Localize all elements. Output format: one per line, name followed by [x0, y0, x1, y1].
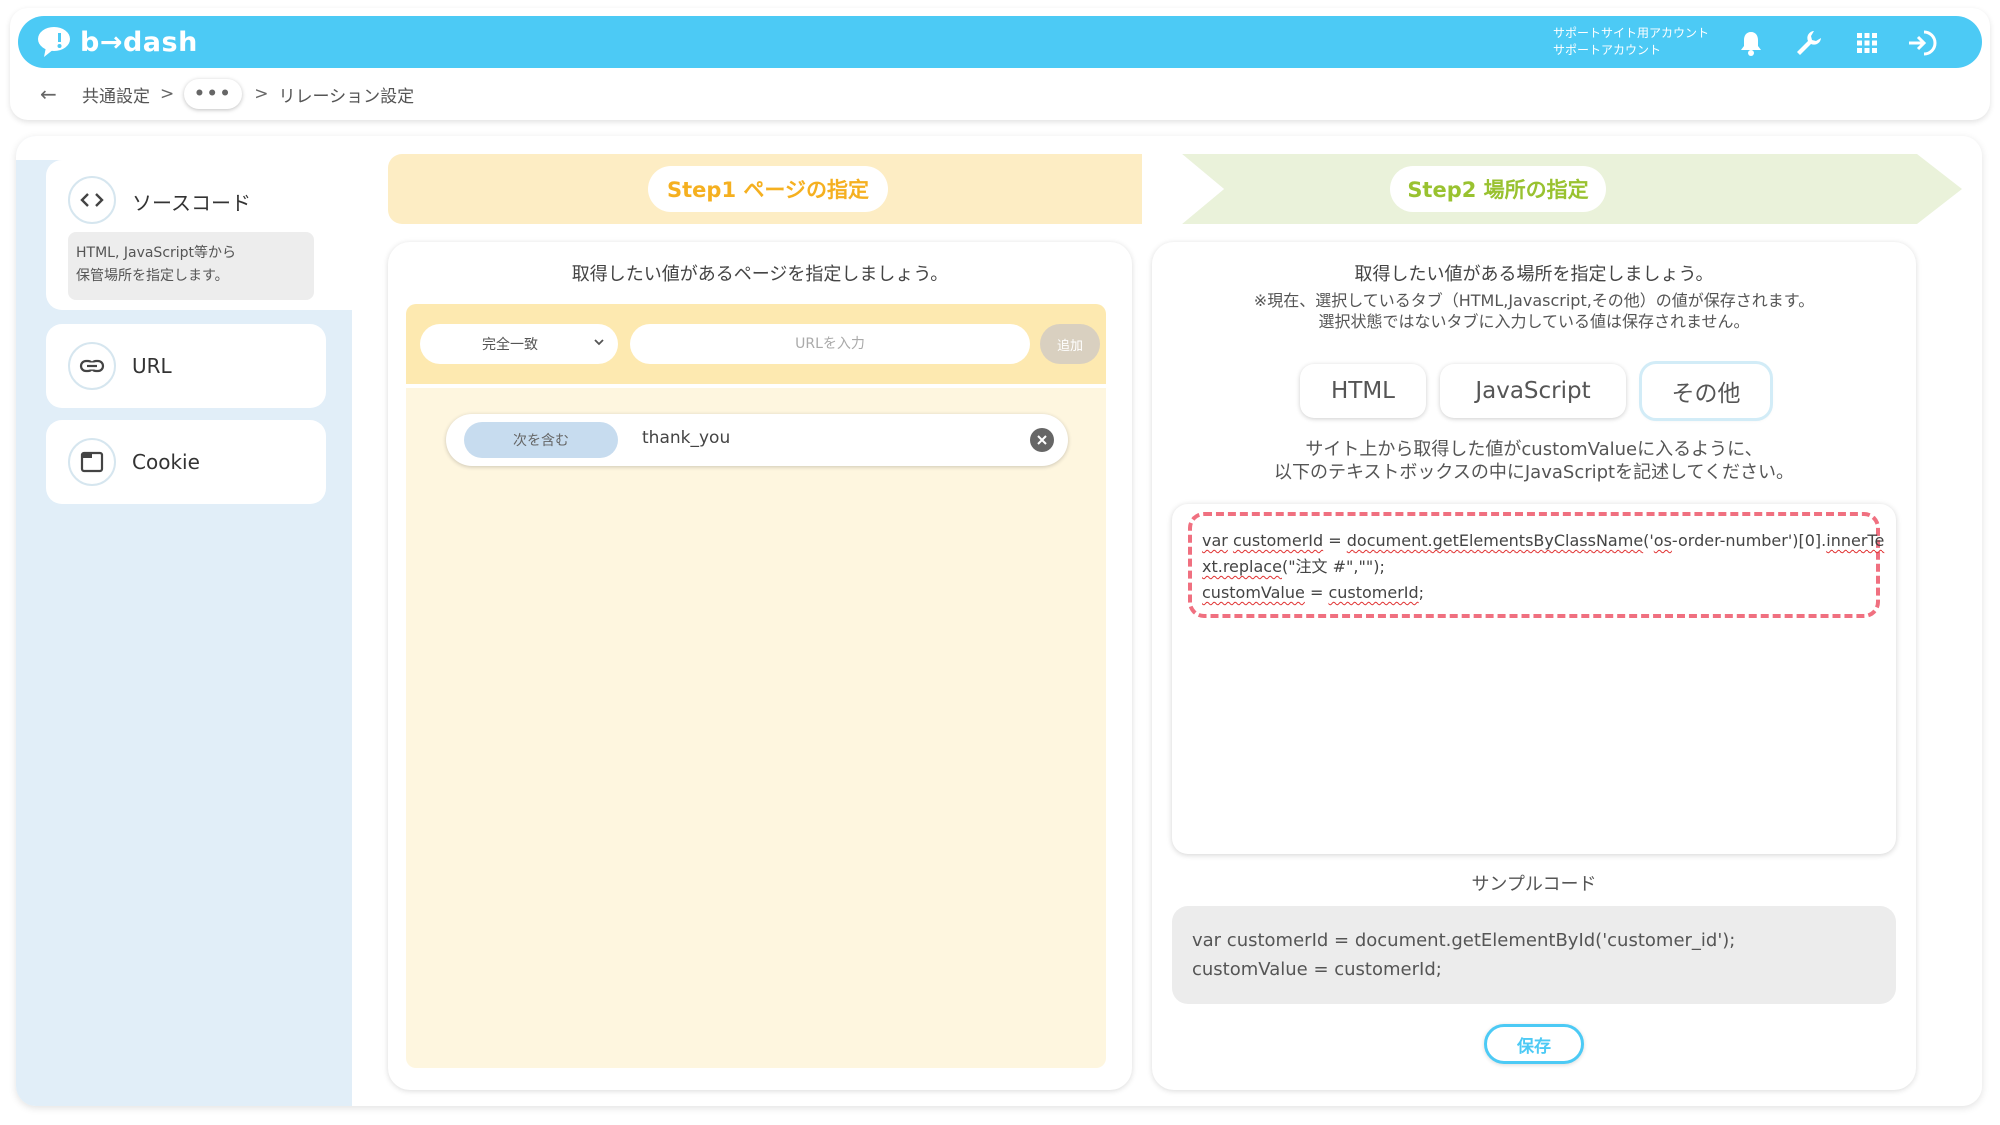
code-token: customerId — [1232, 531, 1324, 550]
notice-line: ※現在、選択しているタブ（HTML,Javascript,その他）の値が保存され… — [1253, 291, 1815, 310]
step1-label: Step1 ページの指定 — [648, 166, 888, 212]
sidebar-item-description: HTML, JavaScript等から 保管場所を指定します。 — [68, 232, 314, 300]
page-spec-panel: 取得したい値があるページを指定しましょう。 完全一致 追加 次を含む thank… — [388, 242, 1132, 1090]
sidebar-item-cookie[interactable]: Cookie — [46, 420, 326, 504]
content-area: Step1 ページの指定 Step2 場所の指定 取得したい値があるページを指定… — [352, 136, 1982, 1106]
account-line-2: サポートアカウント — [1553, 43, 1662, 57]
logo-bubble-icon — [36, 25, 74, 59]
sample-code-box: var customerId = document.getElementById… — [1172, 906, 1896, 1004]
apps-grid-icon[interactable] — [1852, 28, 1882, 58]
remove-condition-icon[interactable] — [1030, 428, 1054, 452]
panel-title: 取得したい値があるページを指定しましょう。 — [571, 264, 949, 285]
main-frame: ソースコード HTML, JavaScript等から 保管場所を指定します。 U… — [16, 136, 1982, 1106]
condition-value[interactable]: thank_you — [642, 428, 730, 448]
breadcrumb: ← 共通設定 > ••• > リレーション設定 — [40, 79, 415, 109]
description-line: HTML, JavaScript等から — [76, 245, 237, 261]
code-token: customerId — [1328, 583, 1419, 602]
condition-type-chip[interactable]: 次を含む — [464, 422, 618, 458]
tab-other[interactable]: その他 — [1642, 364, 1770, 418]
notice-text: ※現在、選択しているタブ（HTML,Javascript,その他）の値が保存され… — [1152, 290, 1916, 332]
sidebar-item-source-code[interactable]: ソースコード HTML, JavaScript等から 保管場所を指定します。 — [46, 160, 352, 310]
account-line-1: サポートサイト用アカウント — [1553, 26, 1710, 40]
instruction-text: サイト上から取得した値がcustomValueに入るように、 以下のテキストボッ… — [1152, 438, 1916, 484]
code-token: ; — [1418, 583, 1425, 602]
javascript-textarea[interactable]: var customerId = document.getElementsByC… — [1172, 504, 1896, 854]
code-token: var — [1202, 531, 1228, 550]
code-icon — [68, 176, 116, 224]
code-token: document.getElementsByClassName — [1346, 531, 1644, 550]
link-icon — [68, 342, 116, 390]
sample-code-title: サンプルコード — [1471, 874, 1597, 895]
code-content: var customerId = document.getElementsByC… — [1202, 528, 1892, 606]
code-token: customValue — [1202, 583, 1305, 602]
code-token: -order-number')[0]. — [1671, 531, 1827, 550]
panel-title: 取得したい値がある場所を指定しましょう。 — [1354, 264, 1714, 285]
add-button[interactable]: 追加 — [1040, 324, 1100, 364]
match-type-select[interactable]: 完全一致 — [420, 324, 618, 364]
url-condition-row: 次を含む thank_you — [446, 414, 1068, 466]
code-token: = — [1304, 583, 1329, 602]
sidebar: ソースコード HTML, JavaScript等から 保管場所を指定します。 U… — [16, 136, 352, 1106]
window-icon — [68, 438, 116, 486]
wrench-icon[interactable] — [1794, 28, 1824, 58]
step2-label: Step2 場所の指定 — [1390, 166, 1606, 212]
url-condition-list: 次を含む thank_you — [406, 388, 1106, 1068]
sidebar-item-label: URL — [132, 354, 172, 378]
back-arrow-icon[interactable]: ← — [40, 82, 62, 106]
code-token: (' — [1643, 531, 1654, 550]
account-info[interactable]: サポートサイト用アカウント サポートアカウント — [1553, 25, 1709, 59]
code-token: = — [1323, 531, 1347, 550]
url-input[interactable] — [630, 324, 1030, 364]
save-button[interactable]: 保存 — [1484, 1024, 1584, 1064]
notice-line: 選択状態ではないタブに入力している値は保存されません。 — [1318, 312, 1750, 331]
sidebar-top-gap — [16, 136, 352, 160]
tab-html[interactable]: HTML — [1300, 364, 1426, 418]
breadcrumb-separator: > — [160, 84, 175, 104]
code-token: os — [1653, 531, 1672, 550]
sample-code-line: var customerId = document.getElementById… — [1192, 930, 1736, 951]
logo-text: b→dash — [80, 26, 198, 58]
tab-javascript[interactable]: JavaScript — [1440, 364, 1626, 418]
url-input-bar: 完全一致 追加 — [406, 304, 1106, 384]
breadcrumb-ellipsis-button[interactable]: ••• — [184, 79, 243, 109]
breadcrumb-separator: > — [254, 84, 269, 104]
sidebar-item-label: Cookie — [132, 450, 200, 474]
sample-code-line: customValue = customerId; — [1192, 959, 1442, 980]
breadcrumb-current: リレーション設定 — [278, 86, 415, 107]
match-type-value: 完全一致 — [482, 337, 538, 353]
logout-icon[interactable] — [1906, 28, 1940, 58]
location-spec-panel: 取得したい値がある場所を指定しましょう。 ※現在、選択しているタブ（HTML,J… — [1152, 242, 1916, 1090]
app-header: b→dash サポートサイト用アカウント サポートアカウント — [18, 16, 1982, 68]
step1-banner: Step1 ページの指定 — [388, 154, 1208, 224]
step2-banner: Step2 場所の指定 — [1142, 154, 1962, 224]
chevron-down-icon — [592, 335, 606, 349]
breadcrumb-item-common-settings[interactable]: 共通設定 — [82, 82, 150, 107]
instruction-line: サイト上から取得した値がcustomValueに入るように、 — [1305, 439, 1763, 460]
bell-icon[interactable] — [1736, 28, 1766, 58]
sidebar-item-label: ソースコード — [132, 191, 251, 215]
description-line: 保管場所を指定します。 — [76, 268, 229, 284]
instruction-line: 以下のテキストボックスの中にJavaScriptを記述してください。 — [1273, 462, 1795, 483]
code-token: ("注文 #",""); — [1281, 557, 1385, 576]
sidebar-item-url[interactable]: URL — [46, 324, 326, 408]
logo[interactable]: b→dash — [36, 24, 198, 60]
